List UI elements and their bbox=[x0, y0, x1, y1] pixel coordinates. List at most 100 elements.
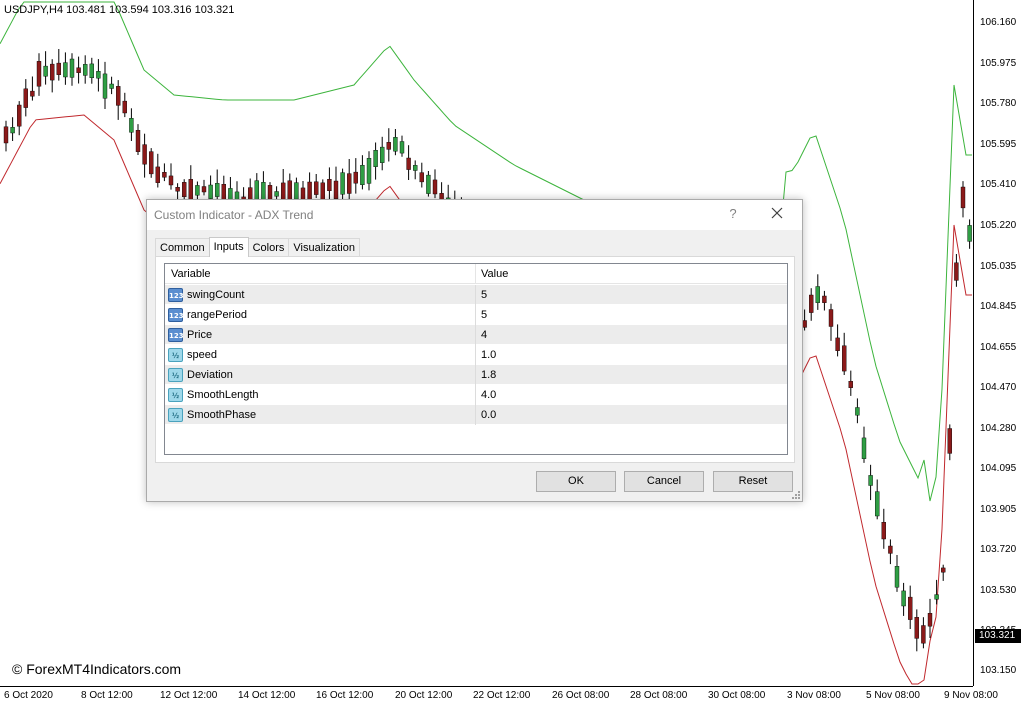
column-divider[interactable] bbox=[475, 264, 476, 284]
candle-body bbox=[353, 171, 358, 184]
price-label: 103.905 bbox=[980, 504, 1017, 515]
candle-body bbox=[96, 71, 101, 79]
symbol-header: USDJPY,H4 103.481 103.594 103.316 103.32… bbox=[4, 4, 235, 16]
table-row[interactable]: ½ SmoothPhase 0.0 bbox=[165, 405, 787, 425]
double-icon: ½ bbox=[168, 348, 183, 362]
candle-body bbox=[30, 90, 35, 97]
row-value[interactable]: 1.0 bbox=[481, 349, 496, 361]
time-axis[interactable]: 6 Oct 2020 8 Oct 12:00 12 Oct 12:00 14 O… bbox=[0, 686, 998, 705]
row-value[interactable]: 5 bbox=[481, 309, 487, 321]
candle-body bbox=[386, 142, 391, 150]
cell-divider bbox=[475, 305, 476, 325]
row-value[interactable]: 5 bbox=[481, 289, 487, 301]
resize-grip-icon[interactable] bbox=[792, 491, 800, 499]
candle-body bbox=[373, 149, 378, 167]
candle-body bbox=[894, 566, 900, 588]
candle-body bbox=[82, 64, 88, 76]
candle-body bbox=[802, 320, 807, 328]
price-label: 106.160 bbox=[980, 17, 1017, 28]
candle-body bbox=[413, 165, 418, 171]
candle-body bbox=[419, 172, 424, 183]
time-label: 8 Oct 12:00 bbox=[81, 690, 133, 701]
table-row[interactable]: ½ speed 1.0 bbox=[165, 345, 787, 365]
tab-visualization[interactable]: Visualization bbox=[288, 238, 360, 257]
candle-body bbox=[155, 166, 161, 183]
candle-body bbox=[201, 186, 207, 193]
price-label: 104.280 bbox=[980, 423, 1017, 434]
candle-body bbox=[43, 65, 48, 77]
table-row[interactable]: 123 rangePeriod 5 bbox=[165, 305, 787, 325]
time-label: 16 Oct 12:00 bbox=[316, 690, 374, 701]
candle-body bbox=[17, 104, 22, 127]
candle-body bbox=[181, 182, 187, 198]
candle-body bbox=[393, 137, 398, 152]
price-axis[interactable]: 106.160 105.975 105.780 105.595 105.410 … bbox=[973, 0, 1024, 686]
candle-body bbox=[56, 62, 61, 75]
cell-divider bbox=[475, 365, 476, 385]
watermark-text: © ForexMT4Indicators.com bbox=[12, 661, 182, 677]
candle-body bbox=[960, 186, 966, 209]
row-value[interactable]: 0.0 bbox=[481, 409, 496, 421]
candle-body bbox=[914, 617, 919, 639]
price-label: 104.845 bbox=[980, 301, 1017, 312]
candle-body bbox=[432, 179, 438, 195]
header-value[interactable]: Value bbox=[481, 268, 508, 280]
price-label: 103.720 bbox=[980, 544, 1017, 555]
candle-body bbox=[214, 183, 220, 197]
candle-body bbox=[10, 127, 15, 134]
time-label: 26 Oct 08:00 bbox=[552, 690, 610, 701]
price-label: 103.150 bbox=[980, 665, 1017, 676]
price-label: 104.655 bbox=[980, 342, 1017, 353]
candle-body bbox=[36, 61, 42, 87]
candle-body bbox=[23, 88, 28, 108]
reset-button[interactable]: Reset bbox=[713, 471, 793, 492]
candle-body bbox=[828, 309, 834, 327]
ok-button[interactable]: OK bbox=[536, 471, 616, 492]
tab-colors[interactable]: Colors bbox=[247, 238, 290, 257]
inputs-grid[interactable]: Variable Value 123 swingCount 5 123 rang… bbox=[164, 263, 788, 455]
candle-body bbox=[168, 175, 174, 186]
candle-body bbox=[399, 141, 405, 154]
table-row[interactable]: 123 swingCount 5 bbox=[165, 285, 787, 305]
table-row[interactable]: ½ SmoothLength 4.0 bbox=[165, 385, 787, 405]
integer-icon: 123 bbox=[168, 328, 184, 342]
candle-body bbox=[855, 407, 860, 416]
candle-body bbox=[366, 157, 372, 184]
candle-body bbox=[848, 381, 853, 388]
tab-inputs[interactable]: Inputs bbox=[208, 237, 249, 257]
cancel-button[interactable]: Cancel bbox=[624, 471, 704, 492]
help-button[interactable]: ? bbox=[723, 206, 743, 224]
candle-body bbox=[148, 151, 154, 175]
time-label: 14 Oct 12:00 bbox=[238, 690, 296, 701]
price-label: 105.975 bbox=[980, 58, 1017, 69]
row-value[interactable]: 4 bbox=[481, 329, 487, 341]
header-variable[interactable]: Variable bbox=[171, 268, 211, 280]
price-label: 104.470 bbox=[980, 382, 1017, 393]
cell-divider bbox=[475, 285, 476, 305]
candle-body bbox=[294, 182, 299, 200]
tab-common[interactable]: Common bbox=[155, 238, 210, 257]
close-button[interactable] bbox=[767, 206, 787, 224]
candle-body bbox=[360, 164, 365, 185]
time-label: 30 Oct 08:00 bbox=[708, 690, 766, 701]
time-label: 28 Oct 08:00 bbox=[630, 690, 688, 701]
time-label: 6 Oct 2020 bbox=[4, 690, 53, 701]
double-icon: ½ bbox=[168, 368, 183, 382]
time-label: 3 Nov 08:00 bbox=[787, 690, 841, 701]
cell-divider bbox=[475, 405, 476, 425]
double-icon: ½ bbox=[168, 388, 183, 402]
dialog-title: Custom Indicator - ADX Trend bbox=[154, 208, 314, 222]
candle-body bbox=[195, 185, 200, 196]
table-row[interactable]: 123 Price 4 bbox=[165, 325, 787, 345]
time-label: 12 Oct 12:00 bbox=[160, 690, 218, 701]
custom-indicator-dialog[interactable]: Custom Indicator - ADX Trend ? Common In… bbox=[146, 199, 803, 502]
table-row[interactable]: ½ Deviation 1.8 bbox=[165, 365, 787, 385]
inputs-panel: Variable Value 123 swingCount 5 123 rang… bbox=[155, 256, 795, 463]
dialog-titlebar[interactable]: Custom Indicator - ADX Trend ? bbox=[147, 200, 802, 230]
grid-header: Variable Value bbox=[165, 264, 787, 284]
candle-body bbox=[274, 191, 279, 197]
row-value[interactable]: 4.0 bbox=[481, 389, 496, 401]
row-value[interactable]: 1.8 bbox=[481, 369, 496, 381]
price-label: 105.220 bbox=[980, 220, 1017, 231]
time-label: 9 Nov 08:00 bbox=[944, 690, 998, 701]
